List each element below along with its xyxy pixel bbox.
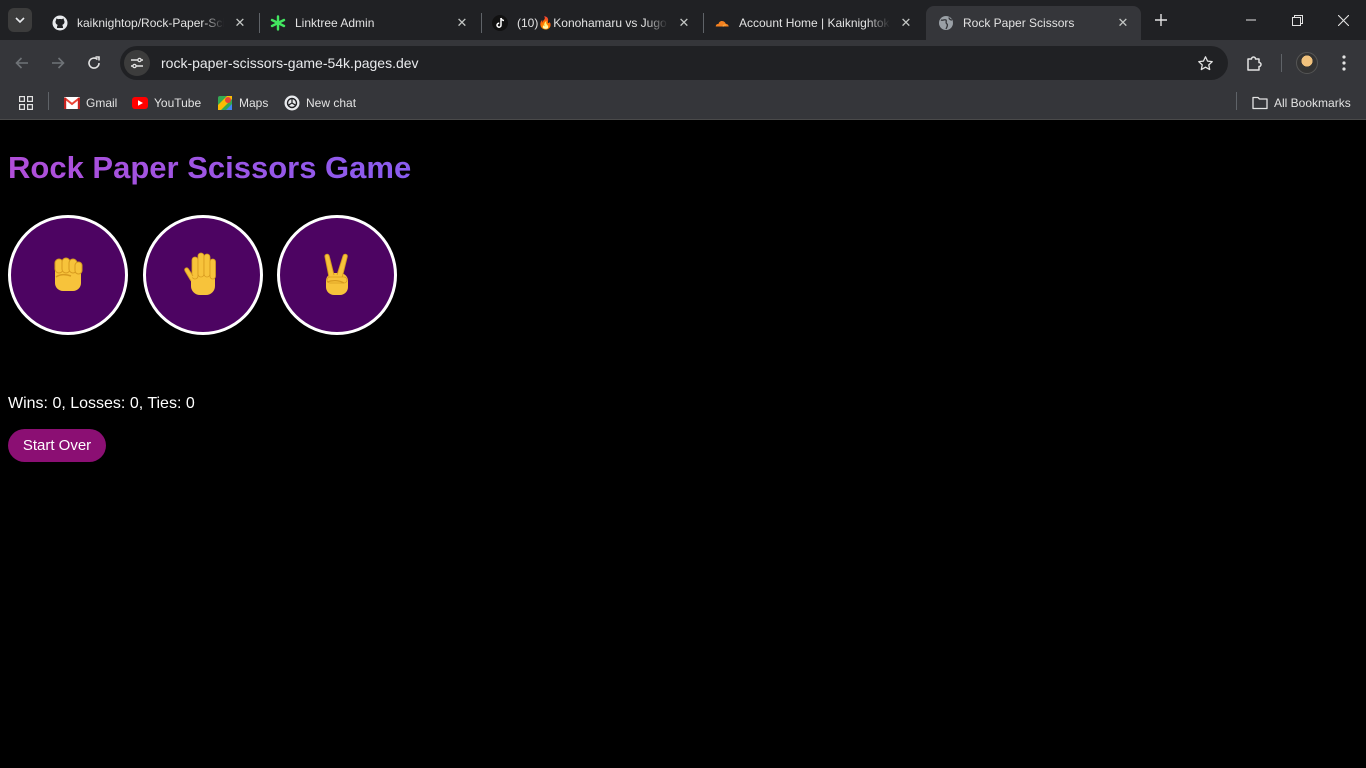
all-bookmarks-button[interactable]: All Bookmarks: [1252, 92, 1351, 114]
extensions-icon[interactable]: [1242, 51, 1266, 75]
victory-hand-icon: [324, 253, 348, 295]
apps-button[interactable]: [18, 92, 40, 114]
maps-icon: [217, 95, 233, 111]
bookmark-new-chat[interactable]: New chat: [284, 92, 356, 114]
tiktok-icon: [492, 15, 508, 31]
minimize-icon: [1246, 19, 1256, 21]
paper-button[interactable]: [143, 215, 263, 335]
bookmark-star-icon[interactable]: [1196, 54, 1214, 72]
close-icon[interactable]: ✕: [454, 15, 470, 31]
back-button[interactable]: [10, 51, 34, 75]
paper-hand-icon: [184, 252, 216, 295]
tab-title: Rock Paper Scissors: [963, 16, 1075, 30]
bookmarks-separator: [1236, 92, 1237, 110]
gmail-icon: [64, 95, 80, 111]
tab-title: (10)🔥Konohamaru vs Jugo carry: [517, 16, 668, 30]
close-icon[interactable]: ✕: [1115, 15, 1131, 31]
bookmark-label: Gmail: [86, 96, 118, 110]
rock-button[interactable]: [8, 215, 128, 335]
bookmarks-bar: Gmail YouTube Maps New chat All Bookmark…: [0, 86, 1366, 120]
url-text[interactable]: rock-paper-scissors-game-54k.pages.dev: [161, 55, 419, 71]
bookmark-maps[interactable]: Maps: [217, 92, 268, 114]
close-icon[interactable]: ✕: [898, 15, 914, 31]
tune-icon: [131, 57, 143, 69]
bookmark-label: YouTube: [154, 96, 202, 110]
browser-toolbar: rock-paper-scissors-game-54k.pages.dev: [0, 40, 1366, 86]
minimize-button[interactable]: [1228, 0, 1274, 40]
all-bookmarks-label: All Bookmarks: [1274, 96, 1351, 110]
youtube-icon: [132, 95, 148, 111]
restore-button[interactable]: [1274, 0, 1320, 40]
chatgpt-icon: [284, 95, 300, 111]
chevron-down-icon: [15, 17, 25, 24]
score-text: Wins: 0, Losses: 0, Ties: 0: [8, 395, 195, 412]
tab-search-button[interactable]: [8, 8, 32, 32]
restore-icon: [1291, 14, 1303, 26]
tab-linktree[interactable]: Linktree Admin ✕: [258, 6, 480, 40]
site-info-button[interactable]: [124, 50, 150, 76]
bookmark-label: Maps: [239, 96, 269, 110]
cloudflare-icon: [714, 15, 730, 31]
scissors-button[interactable]: [277, 215, 397, 335]
reload-button[interactable]: [82, 51, 106, 75]
arrow-right-icon: [52, 57, 65, 69]
bookmark-label: New chat: [306, 96, 357, 110]
page-title: Rock Paper Scissors Game: [8, 150, 412, 185]
new-tab-button[interactable]: [1150, 9, 1172, 31]
tab-cloudflare[interactable]: Account Home | Kaiknightok ✕: [702, 6, 924, 40]
tab-title: kaiknightop/Rock-Paper-Scissors: [77, 16, 224, 30]
menu-kebab-icon[interactable]: [1332, 51, 1356, 75]
close-window-button[interactable]: [1320, 0, 1366, 40]
tab-title: Linktree Admin: [295, 16, 375, 30]
start-over-button[interactable]: Start Over: [8, 429, 106, 462]
tab-rock-paper-scissors[interactable]: Rock Paper Scissors ✕: [926, 6, 1141, 40]
tab-strip: kaiknightop/Rock-Paper-Scissors ✕ Linktr…: [0, 0, 1366, 40]
close-icon[interactable]: ✕: [676, 15, 692, 31]
toolbar-separator: [1281, 54, 1282, 72]
close-icon[interactable]: ✕: [232, 15, 248, 31]
folder-icon: [1252, 95, 1268, 111]
linktree-icon: [270, 15, 286, 31]
page-content: Rock Paper Scissors Game Wins: 0, Losses…: [0, 121, 1366, 768]
bookmark-gmail[interactable]: Gmail: [64, 92, 117, 114]
forward-button[interactable]: [46, 51, 70, 75]
bookmark-youtube[interactable]: YouTube: [132, 92, 201, 114]
close-icon: [1337, 14, 1349, 26]
plus-icon: [1155, 14, 1167, 26]
reload-icon: [88, 56, 100, 69]
apps-grid-icon: [18, 95, 34, 111]
rock-fist-icon: [54, 257, 83, 291]
tab-github[interactable]: kaiknightop/Rock-Paper-Scissors ✕: [40, 6, 258, 40]
tab-title: Account Home | Kaiknightok: [739, 16, 890, 30]
github-icon: [52, 15, 68, 31]
address-bar[interactable]: rock-paper-scissors-game-54k.pages.dev: [120, 46, 1228, 80]
profile-avatar[interactable]: [1296, 52, 1318, 74]
arrow-left-icon: [15, 57, 28, 69]
bookmarks-separator: [48, 92, 49, 110]
tab-tiktok[interactable]: (10)🔥Konohamaru vs Jugo carry ✕: [480, 6, 702, 40]
globe-icon: [938, 15, 954, 31]
